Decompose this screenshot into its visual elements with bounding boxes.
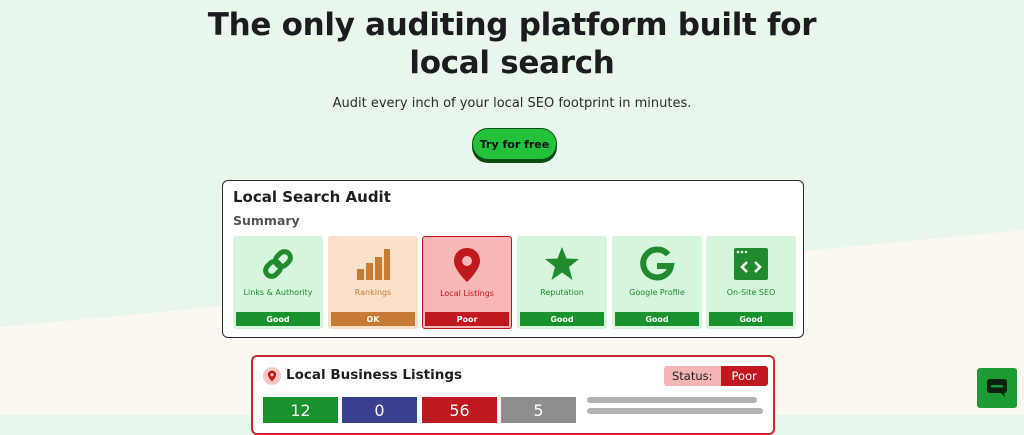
hero-title: The only auditing platform built for loc… xyxy=(207,7,817,81)
card-google-profile[interactable]: Google Profile Good xyxy=(612,236,702,329)
card-label: On-Site SEO xyxy=(726,288,776,297)
local-business-listings-panel: Local Business Listings Status: Poor 12 … xyxy=(251,355,775,435)
card-label: Reputation xyxy=(540,288,584,297)
card-reputation[interactable]: Reputation Good xyxy=(517,236,607,329)
map-pin-icon xyxy=(423,246,511,284)
status-badge: Good xyxy=(709,312,793,326)
placeholder-line xyxy=(587,397,757,403)
stat-box-gray: 5 xyxy=(501,397,576,423)
map-pin-icon xyxy=(263,367,281,385)
link-icon xyxy=(233,245,323,283)
status-badge: Poor xyxy=(425,312,509,326)
card-label: Links & Authority xyxy=(243,288,313,297)
try-for-free-button[interactable]: Try for free xyxy=(472,128,557,160)
status-badge: Good xyxy=(520,312,604,326)
card-local-listings[interactable]: Local Listings Poor xyxy=(422,236,512,329)
card-label: Google Profile xyxy=(629,288,685,297)
stat-box-green: 12 xyxy=(263,397,338,423)
code-window-icon xyxy=(706,245,796,283)
audit-title: Local Search Audit xyxy=(233,188,391,206)
local-search-audit-panel: Local Search Audit Summary Links & Autho… xyxy=(222,180,804,338)
card-label: Rankings xyxy=(354,288,392,297)
card-links-authority[interactable]: Links & Authority Good xyxy=(233,236,323,329)
status-label: Status: xyxy=(664,366,721,386)
status-badge: Status: Poor xyxy=(664,366,768,386)
status-badge: OK xyxy=(331,312,415,326)
card-rankings[interactable]: Rankings OK xyxy=(328,236,418,329)
audit-summary-label: Summary xyxy=(233,213,300,228)
status-badge: Good xyxy=(615,312,699,326)
placeholder-line xyxy=(587,408,763,414)
star-icon xyxy=(517,245,607,283)
card-label: Local Listings xyxy=(440,289,494,298)
stat-box-navy: 0 xyxy=(342,397,417,423)
status-badge: Good xyxy=(236,312,320,326)
bar-chart-icon xyxy=(328,245,418,283)
google-icon xyxy=(612,245,702,283)
chat-button[interactable] xyxy=(977,368,1017,408)
stat-box-red: 56 xyxy=(422,397,497,423)
card-on-site-seo[interactable]: On-Site SEO Good xyxy=(706,236,796,329)
listings-title: Local Business Listings xyxy=(286,367,463,383)
hero-section: The only auditing platform built for loc… xyxy=(0,6,1024,111)
hero-subtitle: Audit every inch of your local SEO footp… xyxy=(332,96,692,111)
chat-bubble-icon xyxy=(987,379,1007,397)
status-value: Poor xyxy=(720,366,768,386)
